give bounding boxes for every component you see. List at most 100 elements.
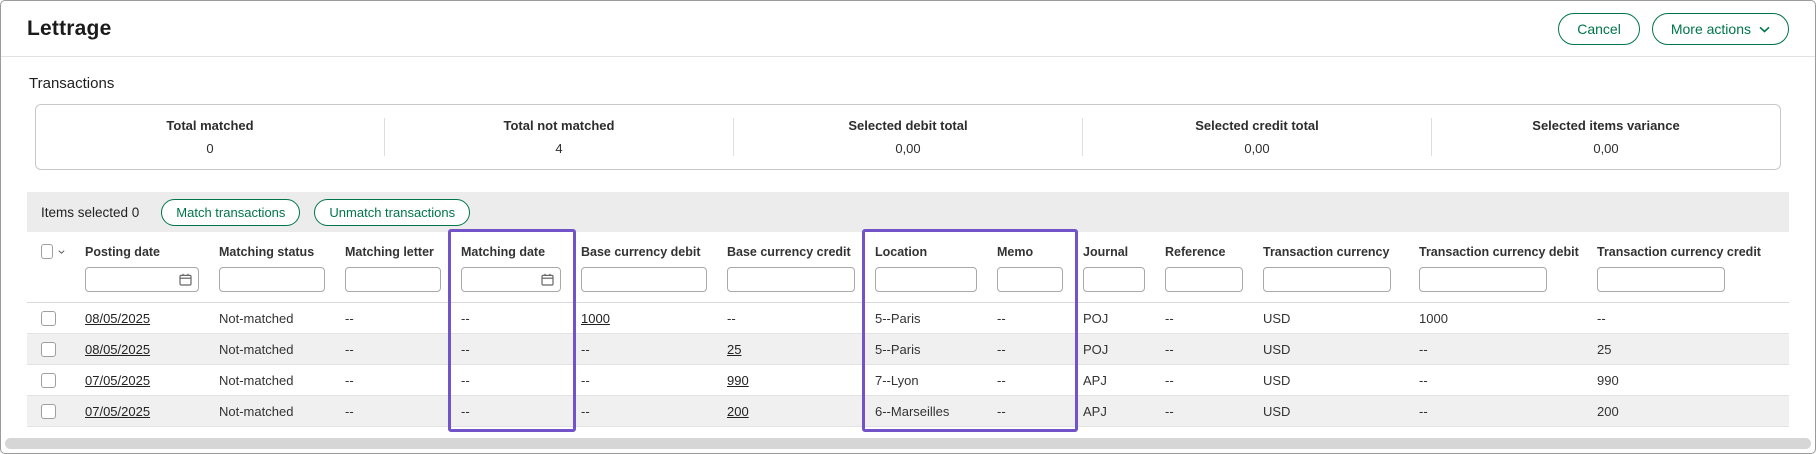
row-checkbox[interactable] (41, 311, 56, 326)
cell-base-currency-credit: 990 (717, 365, 865, 396)
cell-posting-date: 07/05/2025 (75, 396, 209, 427)
cell-reference: -- (1155, 365, 1253, 396)
matching-date-filter-input[interactable] (468, 268, 537, 291)
cell-matching-date: -- (451, 396, 571, 427)
select-all-header (27, 232, 75, 261)
items-selected-count: Items selected 0 (41, 205, 139, 220)
summary-label: Selected debit total (734, 118, 1082, 133)
cell-journal: POJ (1073, 303, 1155, 334)
posting-date-filter (85, 267, 199, 292)
col-transaction-currency-credit[interactable]: Transaction currency credit (1587, 232, 1789, 261)
summary-bar: Total matched 0 Total not matched 4 Sele… (35, 104, 1781, 170)
filter-transaction-currency-debit-cell (1409, 261, 1587, 303)
calendar-icon[interactable] (179, 273, 192, 286)
posting-date-link[interactable]: 07/05/2025 (85, 404, 150, 419)
summary-label: Total matched (36, 118, 384, 133)
page-header: Lettrage Cancel More actions (1, 1, 1815, 56)
matching-status-filter-input[interactable] (226, 268, 318, 291)
transaction-currency-credit-filter-input[interactable] (1604, 268, 1718, 291)
summary-selected-items-variance: Selected items variance 0,00 (1431, 118, 1780, 156)
cell-transaction-currency: USD (1253, 396, 1409, 427)
cell-reference: -- (1155, 303, 1253, 334)
cell-transaction-currency: USD (1253, 303, 1409, 334)
reference-filter-input[interactable] (1172, 268, 1236, 291)
cell-memo: -- (987, 365, 1073, 396)
cell-matching-letter: -- (335, 396, 451, 427)
filter-matching-status-cell (209, 261, 335, 303)
cell-matching-status: Not-matched (209, 334, 335, 365)
cancel-button[interactable]: Cancel (1558, 13, 1640, 45)
cell-matching-status: Not-matched (209, 365, 335, 396)
cell-memo: -- (987, 396, 1073, 427)
row-select-cell (27, 303, 75, 334)
row-checkbox[interactable] (41, 373, 56, 388)
matching-letter-filter-input[interactable] (352, 268, 434, 291)
summary-value: 0,00 (1432, 141, 1780, 156)
horizontal-scrollbar-thumb[interactable] (5, 438, 1811, 449)
row-select-cell (27, 365, 75, 396)
summary-selected-credit-total: Selected credit total 0,00 (1082, 118, 1431, 156)
base-currency-debit-filter-input[interactable] (588, 268, 700, 291)
cell-posting-date: 08/05/2025 (75, 334, 209, 365)
transaction-currency-filter-input[interactable] (1270, 268, 1384, 291)
base-currency-credit-filter-input[interactable] (734, 268, 848, 291)
cell-reference: -- (1155, 334, 1253, 365)
cell-transaction-currency-debit: -- (1409, 334, 1587, 365)
base-credit-link[interactable]: 990 (727, 373, 749, 388)
summary-value: 4 (385, 141, 733, 156)
base-credit-link[interactable]: 25 (727, 342, 741, 357)
filter-journal-cell (1073, 261, 1155, 303)
cell-transaction-currency-credit: 25 (1587, 334, 1789, 365)
cell-base-currency-credit: 25 (717, 334, 865, 365)
cell-matching-letter: -- (335, 365, 451, 396)
cell-transaction-currency-debit: 1000 (1409, 303, 1587, 334)
base-debit-link[interactable]: 1000 (581, 311, 610, 326)
header-actions: Cancel More actions (1558, 13, 1789, 45)
cell-matching-letter: -- (335, 334, 451, 365)
memo-filter-input[interactable] (1004, 268, 1056, 291)
col-base-currency-debit[interactable]: Base currency debit (571, 232, 717, 261)
base-credit-link[interactable]: 200 (727, 404, 749, 419)
calendar-icon[interactable] (541, 273, 554, 286)
col-matching-status[interactable]: Matching status (209, 232, 335, 261)
more-actions-label: More actions (1671, 21, 1751, 37)
filter-matching-date-cell (451, 261, 571, 303)
col-location[interactable]: Location (865, 232, 987, 261)
col-journal[interactable]: Journal (1073, 232, 1155, 261)
col-transaction-currency[interactable]: Transaction currency (1253, 232, 1409, 261)
col-posting-date[interactable]: Posting date (75, 232, 209, 261)
col-base-currency-credit[interactable]: Base currency credit (717, 232, 865, 261)
select-menu-chevron-icon[interactable] (58, 249, 65, 255)
transaction-currency-debit-filter-input[interactable] (1426, 268, 1540, 291)
posting-date-filter-input[interactable] (92, 268, 175, 291)
posting-date-link[interactable]: 08/05/2025 (85, 311, 150, 326)
posting-date-link[interactable]: 08/05/2025 (85, 342, 150, 357)
col-transaction-currency-debit[interactable]: Transaction currency debit (1409, 232, 1587, 261)
select-all-checkbox[interactable] (41, 244, 53, 259)
table-header-row: Posting date Matching status Matching le… (27, 232, 1789, 261)
cell-matching-letter: -- (335, 303, 451, 334)
col-reference[interactable]: Reference (1155, 232, 1253, 261)
posting-date-link[interactable]: 07/05/2025 (85, 373, 150, 388)
cell-transaction-currency: USD (1253, 365, 1409, 396)
cancel-button-label: Cancel (1577, 21, 1621, 37)
more-actions-button[interactable]: More actions (1652, 13, 1789, 45)
table-row: 08/05/2025 Not-matched -- -- -- 25 5--Pa… (27, 334, 1789, 365)
cell-journal: POJ (1073, 334, 1155, 365)
col-matching-date[interactable]: Matching date (451, 232, 571, 261)
journal-filter-input[interactable] (1090, 268, 1138, 291)
col-matching-letter[interactable]: Matching letter (335, 232, 451, 261)
col-memo[interactable]: Memo (987, 232, 1073, 261)
location-filter-input[interactable] (882, 268, 970, 291)
unmatch-transactions-button[interactable]: Unmatch transactions (314, 199, 470, 226)
match-transactions-button[interactable]: Match transactions (161, 199, 300, 226)
cell-location: 5--Paris (865, 303, 987, 334)
row-checkbox[interactable] (41, 342, 56, 357)
row-checkbox[interactable] (41, 404, 56, 419)
cell-transaction-currency-credit: -- (1587, 303, 1789, 334)
summary-label: Selected credit total (1083, 118, 1431, 133)
cell-base-currency-debit: -- (571, 365, 717, 396)
filter-memo-cell (987, 261, 1073, 303)
cell-transaction-currency-debit: -- (1409, 396, 1587, 427)
cell-journal: APJ (1073, 396, 1155, 427)
